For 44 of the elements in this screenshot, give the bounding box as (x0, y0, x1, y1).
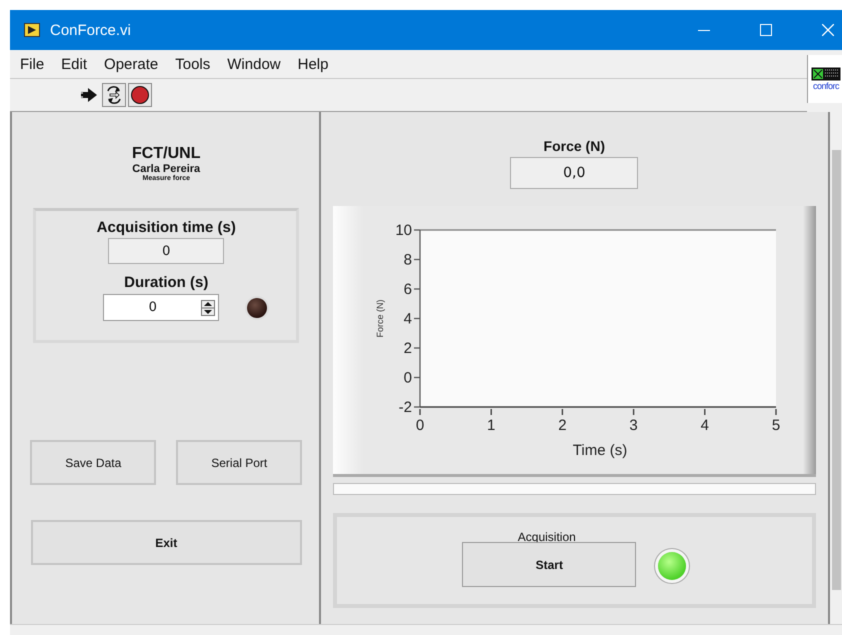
tick-label: 2 (558, 417, 566, 434)
tick-label: 5 (772, 417, 780, 434)
window-title: ConForce.vi (50, 22, 131, 38)
save-data-button[interactable]: Save Data (30, 440, 156, 485)
acquisition-time-indicator: 0 (108, 238, 224, 264)
run-continuously-icon[interactable] (102, 83, 126, 107)
serial-port-button[interactable]: Serial Port (176, 440, 302, 485)
tick-label: 4 (700, 417, 709, 434)
duration-label: Duration (s) (124, 274, 208, 291)
exit-button[interactable]: Exit (30, 520, 302, 565)
tick-label: 6 (403, 281, 412, 298)
duration-field[interactable]: 0 (103, 294, 220, 321)
menu-item[interactable]: Help (288, 56, 336, 72)
tick-label: 0 (416, 417, 424, 434)
panel-title: FCT/UNL (132, 145, 200, 163)
menu-item[interactable]: Edit (52, 56, 96, 72)
app-icon (24, 22, 40, 38)
force-label: Force (N) (544, 138, 605, 154)
y-axis-title: Force (N) (374, 300, 385, 338)
tick-label: 3 (629, 417, 638, 434)
menu-item[interactable]: Operate (95, 56, 166, 72)
menu-item[interactable]: Tools (166, 56, 218, 72)
close-icon[interactable] (822, 24, 834, 36)
x-axis-title: Time (s) (572, 442, 627, 459)
tick-label: 10 (395, 222, 412, 239)
force-indicator: 0,0 (510, 157, 638, 189)
tick-label: 0 (403, 370, 412, 386)
tick-label: 1 (486, 417, 496, 434)
maximize-icon[interactable] (760, 24, 772, 36)
acquisition-time-label: Acquisition time (s) (96, 219, 236, 236)
menu-item[interactable]: Window (218, 56, 289, 72)
author-name: Carla Pereira (132, 163, 200, 175)
tick-label: 4 (403, 310, 412, 328)
tick-label: -2 (398, 399, 412, 416)
tick-label: 2 (403, 340, 412, 357)
vertical-scrollbar[interactable] (830, 112, 842, 624)
menu-item[interactable]: File (11, 56, 52, 72)
spinner-icon[interactable] (201, 300, 216, 316)
vi-icon: conforc (807, 55, 842, 103)
start-button[interactable]: Start (462, 542, 636, 587)
tick-label: 8 (403, 252, 412, 268)
acquisition-label: Acquisition (518, 530, 576, 544)
abort-icon[interactable] (128, 83, 152, 107)
graph-scrollbar[interactable] (332, 483, 816, 495)
